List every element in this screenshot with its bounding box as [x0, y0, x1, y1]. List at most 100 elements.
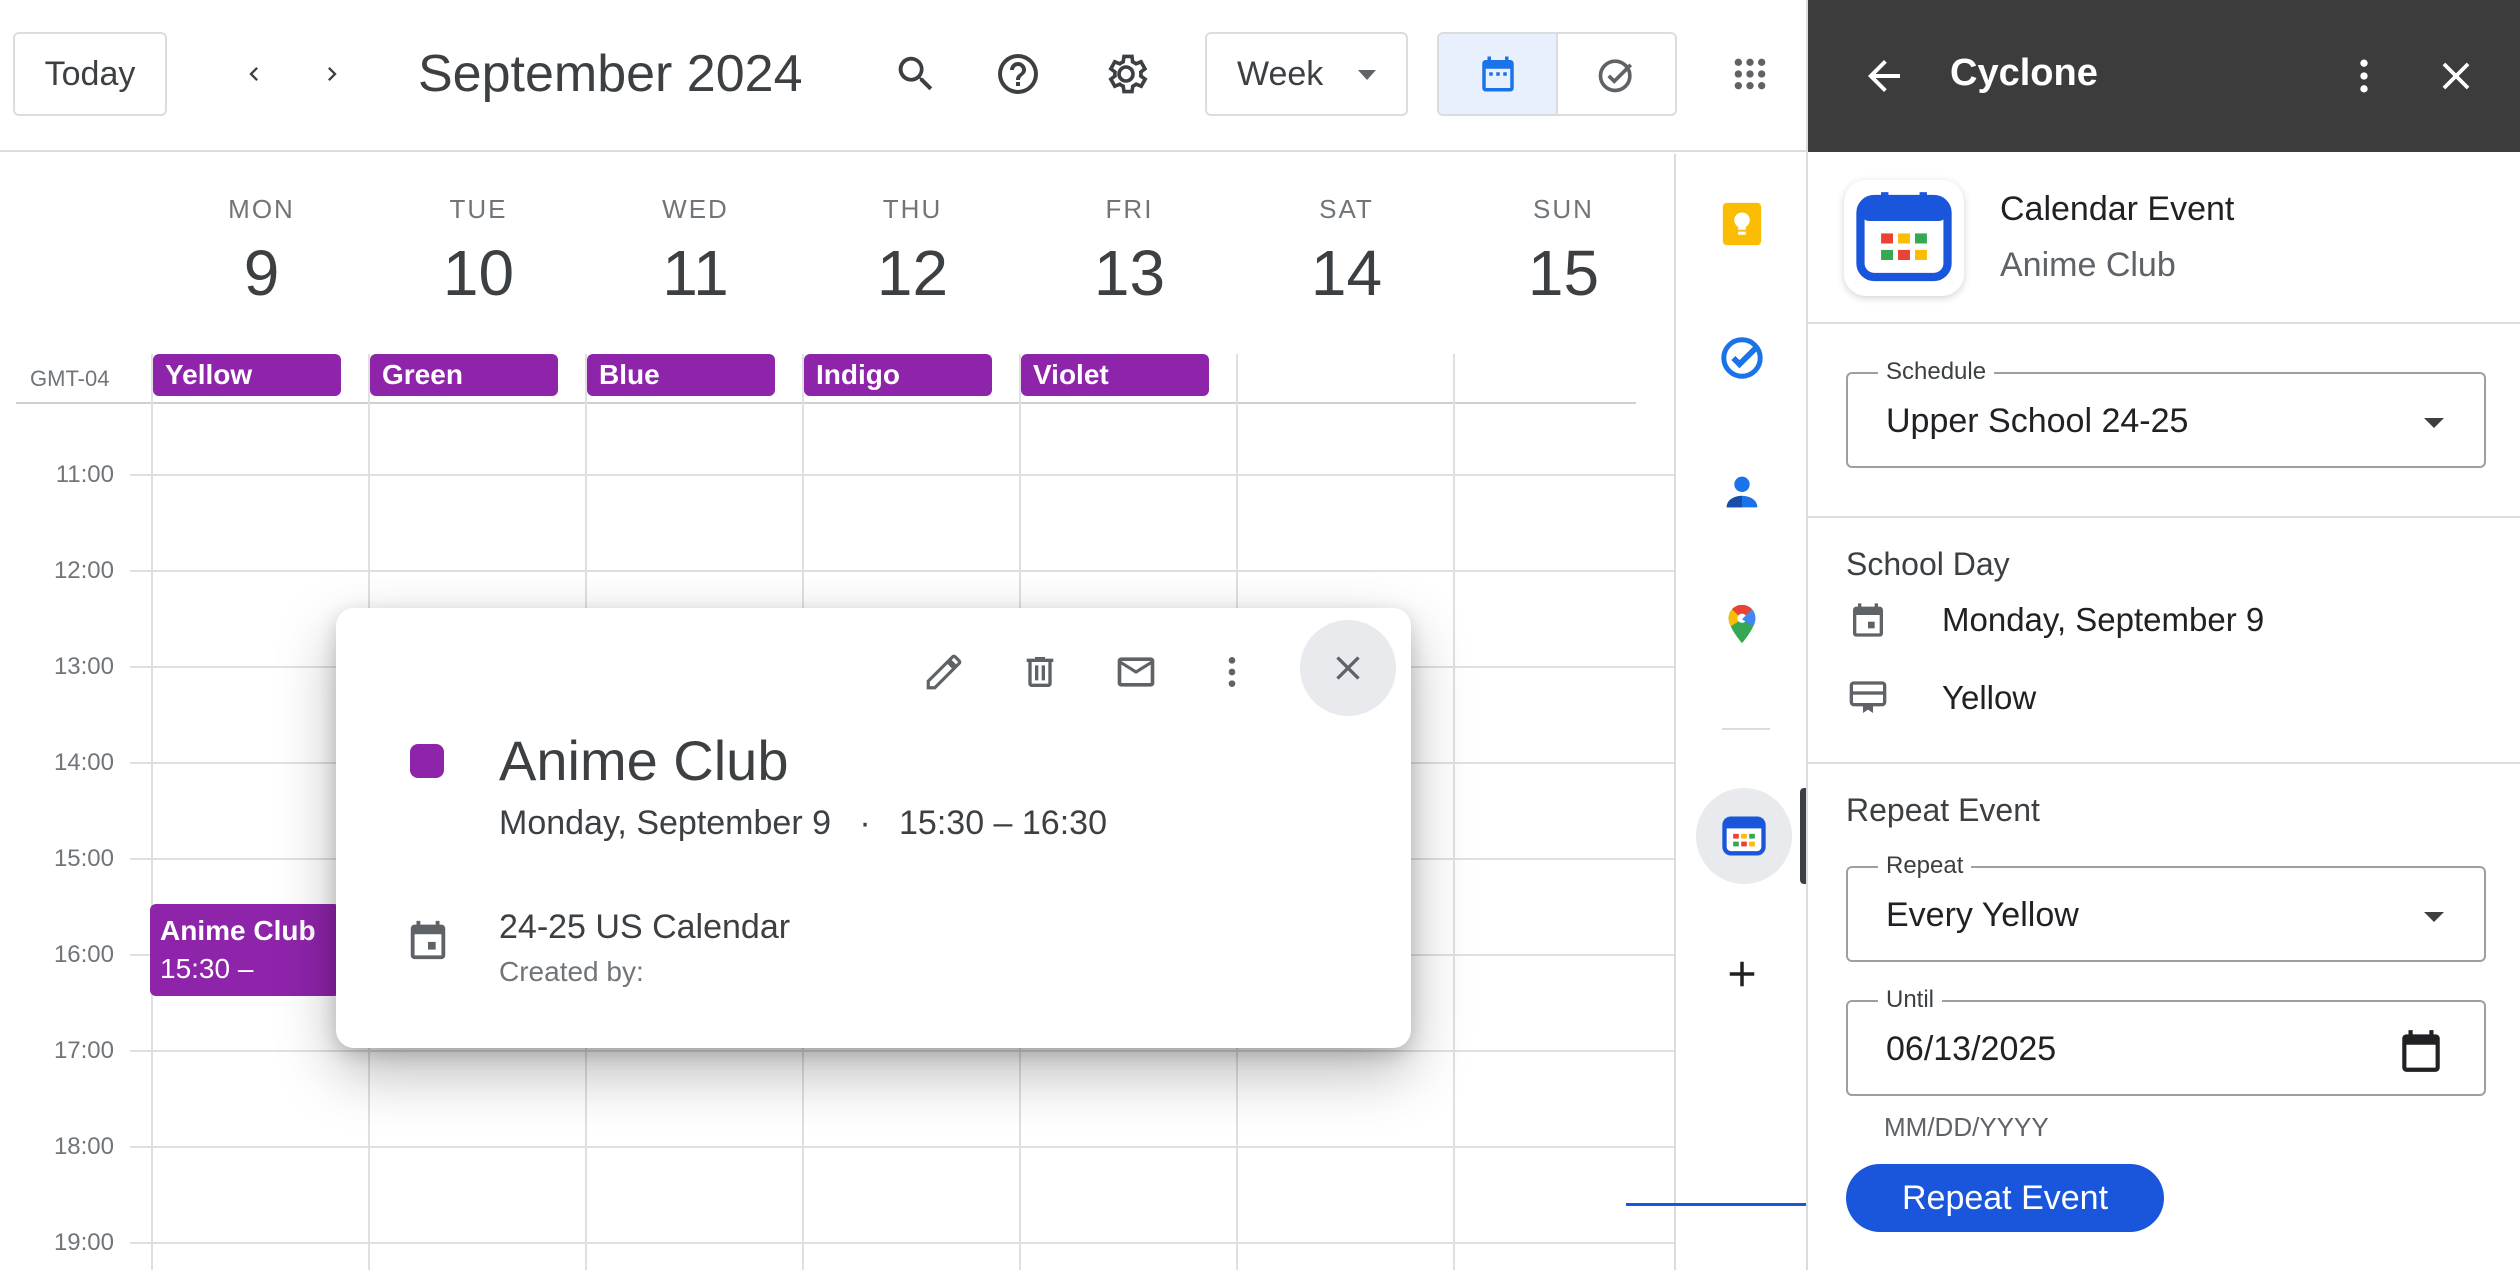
popup-created-by: Created by:	[499, 956, 644, 987]
popup-event-when: Monday, September 9 · 15:30 – 16:30	[499, 804, 1107, 843]
repeat-select[interactable]: Repeat Every Yellow	[1846, 852, 2486, 962]
repeat-label: Repeat	[1878, 852, 1972, 880]
apps-grid-icon[interactable]	[1722, 46, 1778, 102]
keep-icon[interactable]	[1676, 196, 1808, 252]
school-day-heading: School Day	[1846, 546, 2010, 582]
day-header-tue[interactable]: TUE 10	[370, 194, 587, 309]
date-picker-icon[interactable]	[2396, 1026, 2446, 1081]
time-label: 13:00	[53, 653, 114, 680]
view-selector-label: Week	[1237, 54, 1324, 93]
day-number: 9	[243, 237, 280, 309]
day-header-sat[interactable]: SAT 14	[1238, 194, 1455, 309]
day-name: SUN	[1533, 194, 1594, 224]
calendar-event-icon	[402, 914, 454, 966]
time-label: 15:00	[53, 845, 114, 872]
popup-event-time: 15:30 – 16:30	[899, 804, 1107, 842]
until-value: 06/13/2025	[1886, 1030, 2057, 1068]
time-label: 11:00	[55, 461, 114, 488]
day-header-sun[interactable]: SUN 15	[1455, 194, 1672, 309]
grid-line	[130, 474, 1674, 476]
cyclone-side-panel: Cyclone Calendar Event Anime Club Schedu…	[1806, 0, 2520, 1270]
card-subtitle: Anime Club	[2000, 246, 2176, 284]
more-options-icon[interactable]	[1204, 644, 1260, 700]
schedule-select[interactable]: Schedule Upper School 24-25	[1846, 358, 2486, 468]
task-check-icon[interactable]	[1558, 34, 1675, 114]
settings-icon[interactable]	[1096, 44, 1156, 104]
view-selector[interactable]: Week	[1205, 32, 1408, 116]
day-header-fri[interactable]: FRI 13	[1021, 194, 1238, 309]
section-divider	[1808, 762, 2520, 764]
day-name: FRI	[1105, 194, 1154, 224]
day-header-wed[interactable]: WED 11	[587, 194, 804, 309]
time-label: 12:00	[53, 557, 114, 584]
until-label: Until	[1878, 986, 1943, 1014]
popup-separator: ·	[859, 804, 871, 842]
pointer-arrow-line	[1626, 1203, 1821, 1206]
contacts-icon[interactable]	[1676, 464, 1808, 520]
delete-icon[interactable]	[1012, 644, 1068, 700]
repeat-value: Every Yellow	[1886, 896, 2079, 934]
day-name: TUE	[449, 194, 508, 224]
search-icon[interactable]	[886, 44, 946, 104]
date-format-hint: MM/DD/YYYY	[1884, 1112, 2049, 1142]
day-number: 12	[876, 237, 949, 309]
calendar-icon[interactable]	[1439, 34, 1558, 114]
schedule-label: Schedule	[1878, 358, 1995, 386]
time-label: 19:00	[53, 1229, 114, 1256]
all-day-chip[interactable]: Green	[370, 354, 558, 396]
until-date-field[interactable]: Until 06/13/2025	[1846, 986, 2486, 1096]
add-icon[interactable]	[1676, 946, 1808, 1002]
close-icon[interactable]	[2424, 44, 2488, 108]
day-name: SAT	[1319, 194, 1374, 224]
chevron-right-icon[interactable]	[304, 46, 360, 102]
side-rail	[1674, 154, 1808, 1270]
dropdown-caret-icon	[1358, 70, 1376, 80]
edit-icon[interactable]	[916, 644, 972, 700]
popup-calendar-name: 24-25 US Calendar	[499, 908, 791, 946]
school-day-date-row: Monday, September 9	[1846, 600, 2264, 640]
day-header-mon[interactable]: MON 9	[153, 194, 370, 309]
time-label: 17:00	[53, 1037, 114, 1064]
all-day-chip[interactable]: Violet	[1021, 354, 1209, 396]
day-header-thu[interactable]: THU 12	[804, 194, 1021, 309]
panel-header: Cyclone	[1808, 0, 2520, 152]
today-button[interactable]: Today	[13, 32, 167, 116]
event-color-swatch	[410, 744, 444, 778]
repeat-event-heading: Repeat Event	[1846, 792, 2040, 828]
tasks-icon[interactable]	[1676, 330, 1808, 386]
cyclone-logo-icon	[1844, 180, 1964, 296]
section-divider	[1808, 322, 2520, 324]
day-number: 13	[1093, 237, 1166, 309]
time-label: 16:00	[53, 941, 114, 968]
repeat-event-button[interactable]: Repeat Event	[1846, 1164, 2164, 1232]
card-title: Calendar Event	[2000, 190, 2235, 228]
dropdown-caret-icon	[2424, 418, 2444, 428]
day-schedule-icon	[1846, 678, 1890, 718]
help-icon[interactable]	[988, 44, 1048, 104]
dropdown-caret-icon	[2424, 912, 2444, 922]
back-arrow-icon[interactable]	[1852, 44, 1916, 108]
event-time: 15:30 – 16:30	[160, 953, 254, 996]
cyclone-icon[interactable]	[1696, 788, 1792, 884]
more-options-icon[interactable]	[2332, 44, 2396, 108]
day-name: WED	[662, 194, 729, 224]
schedule-value: Upper School 24-25	[1886, 402, 2189, 440]
day-number: 11	[662, 237, 729, 309]
all-day-chip[interactable]: Yellow	[153, 354, 341, 396]
close-icon[interactable]	[1300, 620, 1396, 716]
maps-icon[interactable]	[1676, 596, 1808, 652]
event-block-anime-club[interactable]: Anime Club 15:30 – 16:30	[150, 904, 340, 996]
grid-line	[130, 1050, 1674, 1052]
all-day-chip[interactable]: Blue	[587, 354, 775, 396]
timezone-label: GMT-04	[30, 366, 110, 391]
chevron-left-icon[interactable]	[226, 46, 282, 102]
view-toggle	[1437, 32, 1677, 116]
school-day-color: Yellow	[1942, 679, 2037, 716]
school-day-color-row: Yellow	[1846, 678, 2036, 718]
grid-line	[130, 1146, 1674, 1148]
all-day-chip[interactable]: Indigo	[804, 354, 992, 396]
grid-line	[151, 354, 153, 1270]
email-icon[interactable]	[1108, 644, 1164, 700]
calendar-event-icon	[1846, 600, 1890, 640]
day-number: 14	[1310, 237, 1383, 309]
